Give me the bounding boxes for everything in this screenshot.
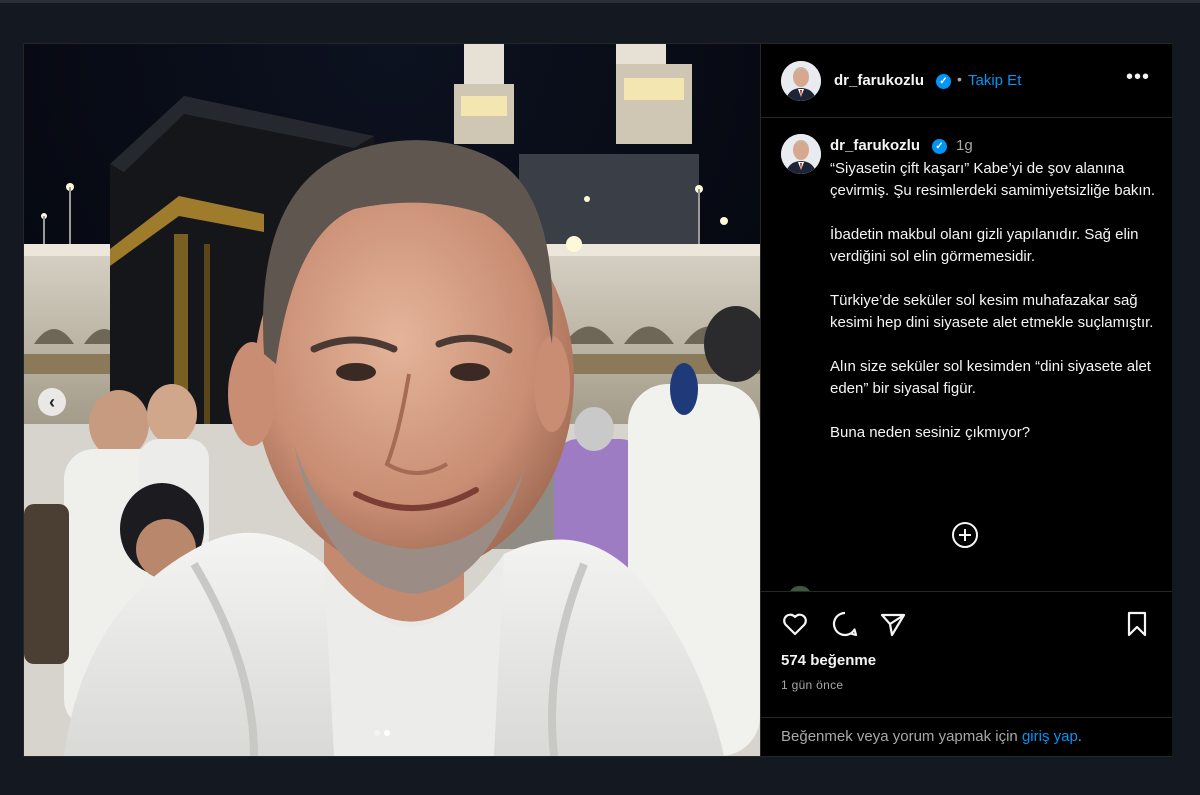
- post-dialog: ‹ dr_farukozlu ✓ • Takip Et ••• dr_faruk…: [23, 43, 1172, 757]
- caption-area: dr_farukozlu ✓ 1g “Siyasetin çift kaşarı…: [761, 118, 1172, 591]
- avatar-image: [781, 61, 821, 101]
- caption-paragraph: İbadetin makbul olanı gizli yapılanıdır.…: [830, 226, 1139, 265]
- caption-text: “Siyasetin çift kaşarı” Kabe’yi de şov a…: [830, 158, 1160, 466]
- more-options-icon[interactable]: •••: [1126, 66, 1150, 89]
- caption-paragraph: Alın size seküler sol kesimden “dini siy…: [830, 358, 1151, 397]
- caption-time[interactable]: 1g: [956, 137, 973, 154]
- caption-avatar[interactable]: [781, 134, 821, 174]
- caption-paragraph: Türkiye’de seküler sol kesim muhafazakar…: [830, 292, 1154, 331]
- bookmark-icon[interactable]: [1123, 610, 1151, 638]
- caption-paragraph: “Siyasetin çift kaşarı” Kabe’yi de şov a…: [830, 160, 1156, 199]
- post-side-panel: dr_farukozlu ✓ • Takip Et ••• dr_farukoz…: [760, 44, 1172, 756]
- post-date[interactable]: 1 gün önce: [781, 678, 843, 692]
- chevron-left-icon: ‹: [49, 391, 55, 412]
- follow-button[interactable]: Takip Et: [968, 72, 1021, 89]
- avatar[interactable]: [781, 61, 821, 101]
- comment-icon[interactable]: [831, 610, 859, 638]
- login-prompt: Beğenmek veya yorum yapmak için giriş ya…: [761, 717, 1172, 757]
- caption-paragraph: Buna neden sesiniz çıkmıyor?: [830, 424, 1031, 441]
- window-top-border: [0, 0, 1200, 3]
- login-prompt-suffix: .: [1077, 728, 1082, 745]
- verified-badge-icon: ✓: [932, 139, 947, 154]
- share-icon[interactable]: [879, 610, 907, 638]
- heart-icon[interactable]: [781, 610, 809, 638]
- caption-username[interactable]: dr_farukozlu: [830, 137, 920, 154]
- login-prompt-text: Beğenmek veya yorum yapmak için: [781, 728, 1022, 745]
- header-separator: •: [957, 71, 962, 87]
- carousel-prev-button[interactable]: ‹: [38, 388, 66, 416]
- verified-badge-icon: ✓: [936, 74, 951, 89]
- post-photo: [24, 44, 760, 756]
- avatar-image: [781, 134, 821, 174]
- carousel-dot-active: [384, 730, 390, 736]
- login-link[interactable]: giriş yap: [1022, 728, 1078, 745]
- likes-count[interactable]: 574 beğenme: [781, 652, 876, 669]
- post-header: dr_farukozlu ✓ • Takip Et •••: [761, 44, 1172, 118]
- plus-circle-icon[interactable]: [951, 521, 979, 549]
- carousel-indicator: [374, 730, 390, 736]
- post-actions: 574 beğenme 1 gün önce Beğenmek veya yor…: [761, 591, 1172, 756]
- post-media: ‹: [24, 44, 760, 756]
- username[interactable]: dr_farukozlu: [834, 72, 924, 89]
- carousel-dot: [374, 730, 380, 736]
